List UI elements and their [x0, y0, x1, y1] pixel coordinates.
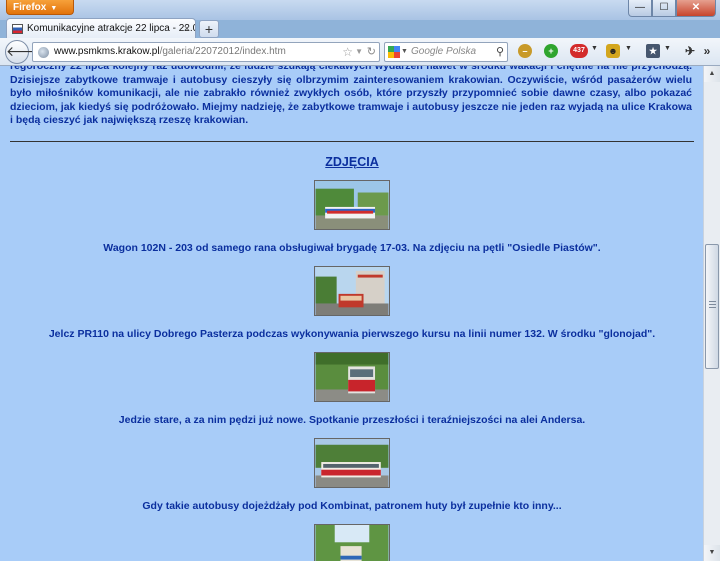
scroll-down-icon[interactable]: ▼ — [704, 545, 720, 561]
url-path: /galeria/22072012/index.htm — [159, 46, 286, 57]
photo-bus-park[interactable] — [314, 523, 390, 561]
tab-bar: Komunikacyjne atrakcje 22 lipca - 22.07.… — [0, 14, 720, 40]
google-engine-icon[interactable] — [388, 46, 400, 58]
gallery-item: Jelcz PR110 na ulicy Dobrego Pasterza po… — [10, 265, 694, 340]
search-icon[interactable]: ⚲ — [496, 43, 504, 61]
firefox-menu-label: Firefox — [13, 2, 47, 13]
photo-bus-red[interactable] — [314, 437, 390, 488]
tools-icon[interactable]: ✈ — [683, 44, 697, 58]
search-placeholder: Google Polska — [411, 46, 477, 57]
grip-icon — [709, 301, 716, 309]
tab-active[interactable]: Komunikacyjne atrakcje 22 lipca - 22.07.… — [6, 18, 196, 40]
new-tab-button[interactable]: + — [199, 20, 219, 38]
counter-badge-icon[interactable]: 437 — [570, 44, 588, 58]
page-content: regorocżny 22 lipca kolejny raz udowodni… — [10, 66, 694, 561]
photo-caption: Jelcz PR110 na ulicy Dobrego Pasterza po… — [48, 327, 656, 340]
photo-tram[interactable] — [314, 179, 390, 230]
addon-dropdown-icon[interactable]: ▼ — [591, 45, 598, 52]
bookmark-star-icon[interactable]: ☆ — [342, 43, 353, 61]
chevron-down-icon: ▼ — [50, 5, 58, 12]
search-bar[interactable]: ▼ Google Polska ⚲ — [384, 42, 508, 62]
reload-icon[interactable]: ↻ — [367, 43, 376, 61]
scrollbar-thumb[interactable] — [705, 244, 719, 369]
site-favicon-icon — [12, 24, 23, 34]
horizontal-rule — [10, 140, 694, 142]
back-button[interactable]: 🡐 — [5, 40, 44, 64]
scroll-up-icon[interactable]: ▲ — [704, 66, 720, 82]
globe-icon — [38, 47, 49, 58]
url-host: www.psmkms.krakow.pl — [54, 46, 160, 57]
gallery-title-link[interactable]: ZDJĘCIA — [10, 155, 694, 169]
photo-caption: Jedzie stare, a za nim pędzi już nowe. S… — [118, 413, 586, 426]
photo-bus-trees[interactable] — [314, 351, 390, 402]
intro-paragraph: regorocżny 22 lipca kolejny raz udowodni… — [10, 66, 692, 126]
search-engine-dropdown-icon[interactable]: ▼ — [401, 43, 408, 61]
tab-title: Komunikacyjne atrakcje 22 lipca - 22.07.… — [27, 23, 195, 34]
bookmarks-dropdown-icon[interactable]: ▼ — [664, 45, 671, 52]
gallery-item: Wagon 102N - 203 od samego rana obsługiw… — [10, 179, 694, 254]
photo-bus-city[interactable] — [314, 265, 390, 316]
photo-caption: Wagon 102N - 203 od samego rana obsługiw… — [103, 241, 601, 254]
firefox-menu-button[interactable]: Firefox ▼ — [6, 0, 74, 15]
gallery-item: Jedzie stare, a za nim pędzi już nowe. S… — [10, 351, 694, 426]
url-text: www.psmkms.krakow.pl/galeria/22072012/in… — [54, 43, 286, 61]
gallery-item: Gdy takie autobusy dojeżdżały pod Kombin… — [10, 437, 694, 512]
photo-caption: Gdy takie autobusy dojeżdżały pod Kombin… — [142, 499, 562, 512]
navigation-bar: 🡐 www.psmkms.krakow.pl/galeria/22072012/… — [0, 38, 720, 66]
face-icon[interactable]: ☻ — [606, 44, 620, 58]
overflow-chevron-icon[interactable]: » — [700, 44, 714, 58]
history-dropdown-icon[interactable]: ▼ — [355, 43, 363, 61]
url-bar[interactable]: www.psmkms.krakow.pl/galeria/22072012/in… — [32, 42, 380, 62]
vertical-scrollbar[interactable]: ▲ ▼ — [703, 66, 720, 561]
page-viewport: regorocżny 22 lipca kolejny raz udowodni… — [0, 66, 703, 561]
bookmarks-icon[interactable]: ★ — [646, 44, 660, 58]
face-dropdown-icon[interactable]: ▼ — [625, 45, 632, 52]
add-icon[interactable]: + — [544, 44, 558, 58]
gallery-item — [10, 523, 694, 561]
tab-close-icon[interactable]: × — [184, 19, 190, 39]
adblock-icon[interactable]: – — [518, 44, 532, 58]
